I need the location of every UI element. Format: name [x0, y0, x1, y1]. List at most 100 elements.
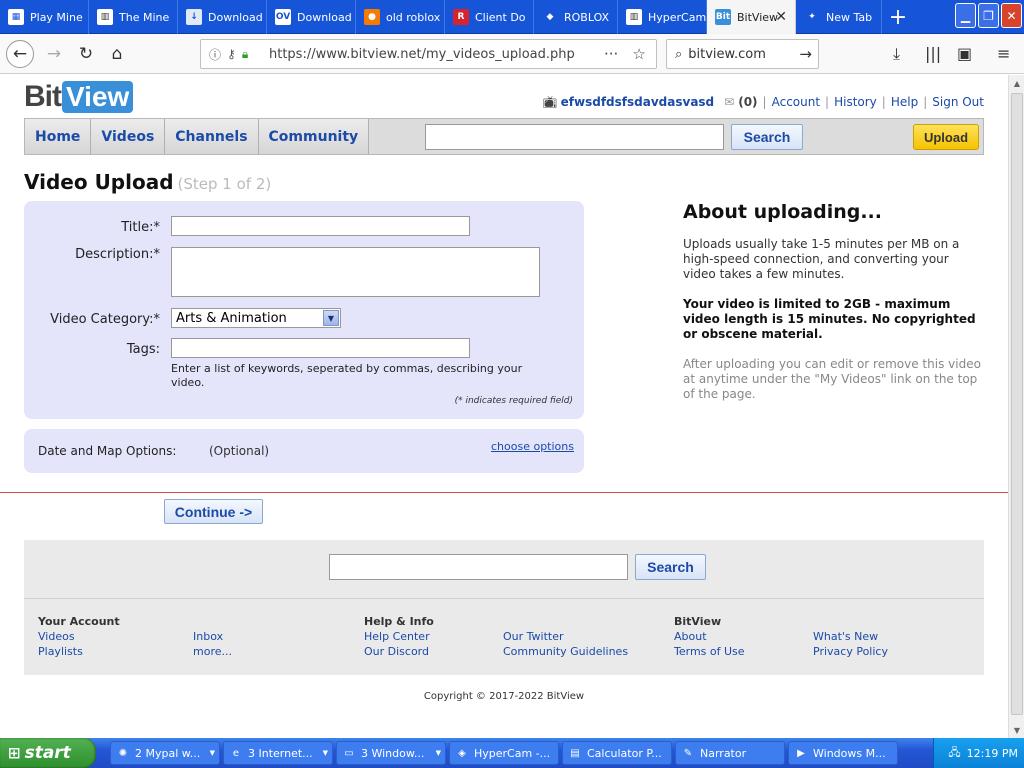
lock-icon: 🔒︎	[241, 46, 249, 61]
choose-options-link[interactable]: choose options	[491, 440, 574, 453]
inbox-count[interactable]: (0)	[738, 95, 757, 109]
taskbar-button[interactable]: ▤ Calculator P...	[562, 741, 672, 765]
url-text[interactable]: https://www.bitview.net/my_videos_upload…	[269, 47, 604, 62]
browser-tab[interactable]: ▦ Play Mine	[0, 0, 89, 34]
close-window-button[interactable]: ✕	[1001, 3, 1022, 28]
close-icon[interactable]: ✕	[775, 9, 787, 25]
nav-videos[interactable]: Videos	[91, 119, 166, 154]
rocket-icon: ●	[364, 9, 380, 25]
clock[interactable]: 12:19 PM	[967, 747, 1018, 760]
back-icon[interactable]: ←	[6, 40, 34, 68]
date-map-options: Date and Map Options: (Optional) choose …	[24, 429, 584, 473]
sign-out-link[interactable]: Sign Out	[932, 95, 984, 109]
footer-link-more[interactable]: more...	[193, 645, 232, 658]
library-icon[interactable]: |||	[925, 44, 941, 63]
footer-link-help-center[interactable]: Help Center	[364, 630, 430, 643]
taskbar-button[interactable]: e 3 Internet... ▼	[223, 741, 333, 765]
forward-icon[interactable]: →	[40, 40, 68, 68]
required-note: (* indicates required field)	[454, 396, 573, 406]
nav-channels[interactable]: Channels	[165, 119, 259, 154]
footer-link-inbox[interactable]: Inbox	[193, 630, 223, 643]
footer-link-community-guidelines[interactable]: Community Guidelines	[503, 645, 628, 658]
upload-button[interactable]: Upload	[913, 124, 979, 150]
nav-search-button[interactable]: Search	[731, 124, 803, 150]
folder-icon: ▭	[344, 747, 354, 759]
bitview-logo[interactable]: Bit View	[24, 80, 134, 114]
search-go-icon[interactable]: →	[799, 45, 812, 63]
footer-link-whats-new[interactable]: What's New	[813, 630, 878, 643]
browser-tab[interactable]: ◆ ROBLOX	[534, 0, 618, 34]
taskbar-button[interactable]: ▶ Windows M...	[788, 741, 898, 765]
step-indicator: (Step 1 of 2)	[177, 175, 272, 193]
browser-tab-label: ROBLOX	[564, 10, 610, 24]
calculator-icon: ▤	[570, 747, 580, 759]
footer-link-terms[interactable]: Terms of Use	[674, 645, 745, 658]
browser-tab[interactable]: Bit BitView ✕	[707, 0, 796, 34]
browser-tab[interactable]: ✦ New Tab	[796, 0, 882, 34]
browser-tab[interactable]: ↓ Download	[178, 0, 267, 34]
new-tab-button[interactable]: +	[884, 3, 912, 31]
hypercam-icon: ◈	[458, 747, 466, 759]
taskbar-button[interactable]: ▭ 3 Window... ▼	[336, 741, 446, 765]
taskbar-button[interactable]: ✺ 2 Mypal w... ▼	[110, 741, 220, 765]
footer-link-twitter[interactable]: Our Twitter	[503, 630, 564, 643]
browser-tab[interactable]: R Client Do	[445, 0, 534, 34]
divider-line	[0, 492, 1008, 493]
browser-tab[interactable]: OV Download	[267, 0, 356, 34]
history-link[interactable]: History	[834, 95, 877, 109]
menu-icon[interactable]: ≡	[997, 44, 1010, 63]
downloads-icon[interactable]: ⤓	[893, 44, 900, 64]
footer-search-button[interactable]: Search	[635, 554, 706, 580]
browser-tab-label: old roblox	[386, 10, 441, 24]
bookmark-star-icon[interactable]: ☆	[632, 45, 645, 63]
category-select[interactable]: Arts & Animation ▼	[171, 308, 341, 328]
description-textarea[interactable]	[171, 247, 540, 297]
scroll-down-icon[interactable]: ▼	[1009, 722, 1024, 738]
minimize-window-button[interactable]: ▁	[955, 3, 976, 28]
footer-link-about[interactable]: About	[674, 630, 707, 643]
main-nav: Home Videos Channels Community Search Up…	[24, 118, 984, 155]
browser-tab-label: BitView	[737, 10, 779, 24]
browser-tab[interactable]: ▥ The Mine	[89, 0, 178, 34]
mypal-icon: ✺	[118, 747, 128, 759]
bitview-icon: Bit	[715, 9, 731, 25]
footer-link-videos[interactable]: Videos	[38, 630, 75, 643]
chevron-down-icon[interactable]: ▼	[323, 310, 339, 326]
windows-taskbar: ⊞ start 🖧︎ 12:19 PM ✺ 2 Mypal w... ▼ e 3 Int…	[0, 738, 1024, 768]
footer-link-discord[interactable]: Our Discord	[364, 645, 429, 658]
footer-link-playlists[interactable]: Playlists	[38, 645, 83, 658]
help-link[interactable]: Help	[891, 95, 918, 109]
browser-tab[interactable]: ▥ HyperCam	[618, 0, 707, 34]
optional-label: (Optional)	[209, 444, 270, 458]
footer-link-privacy[interactable]: Privacy Policy	[813, 645, 888, 658]
title-input[interactable]	[171, 216, 470, 236]
browser-search-bar[interactable]: ⌕ bitview.com →	[666, 39, 819, 69]
restore-window-button[interactable]: ❐	[978, 3, 999, 28]
nav-search-input[interactable]	[425, 124, 724, 150]
taskbar-button[interactable]: ✎ Narrator	[675, 741, 785, 765]
mail-icon[interactable]: ✉	[724, 95, 734, 109]
username-link[interactable]: efwsdfdsfsdavdasvasd	[561, 95, 715, 109]
start-button[interactable]: ⊞ start	[0, 738, 96, 768]
account-link[interactable]: Account	[772, 95, 820, 109]
footer-search-input[interactable]	[329, 554, 628, 580]
page-actions-icon[interactable]: ···	[604, 45, 618, 63]
scroll-up-icon[interactable]: ▲	[1009, 75, 1024, 91]
home-icon[interactable]: ⌂	[103, 40, 131, 68]
browser-tab-label: Download	[297, 10, 352, 24]
taskbar-button-label: Narrator	[700, 746, 747, 760]
nav-community[interactable]: Community	[258, 119, 370, 154]
nav-home[interactable]: Home	[25, 119, 92, 154]
scrollbar-thumb[interactable]	[1011, 93, 1023, 715]
browser-tab[interactable]: ● old roblox	[356, 0, 445, 34]
reload-icon[interactable]: ↻	[72, 40, 100, 68]
info-icon[interactable]: ⓘ	[209, 46, 221, 63]
browser-tab-label: Client Do	[475, 10, 526, 24]
sidebar-icon[interactable]: ▣	[957, 44, 972, 63]
taskbar-button[interactable]: ◈ HyperCam -...	[449, 741, 559, 765]
page-scrollbar[interactable]: ▲ ▼	[1008, 75, 1024, 738]
network-icon[interactable]: 🖧︎	[948, 744, 960, 763]
tags-input[interactable]	[171, 338, 470, 358]
continue-button[interactable]: Continue ->	[164, 499, 263, 524]
url-bar[interactable]: ⓘ ⚷ 🔒︎ https://www.bitview.net/my_videos…	[200, 39, 657, 69]
